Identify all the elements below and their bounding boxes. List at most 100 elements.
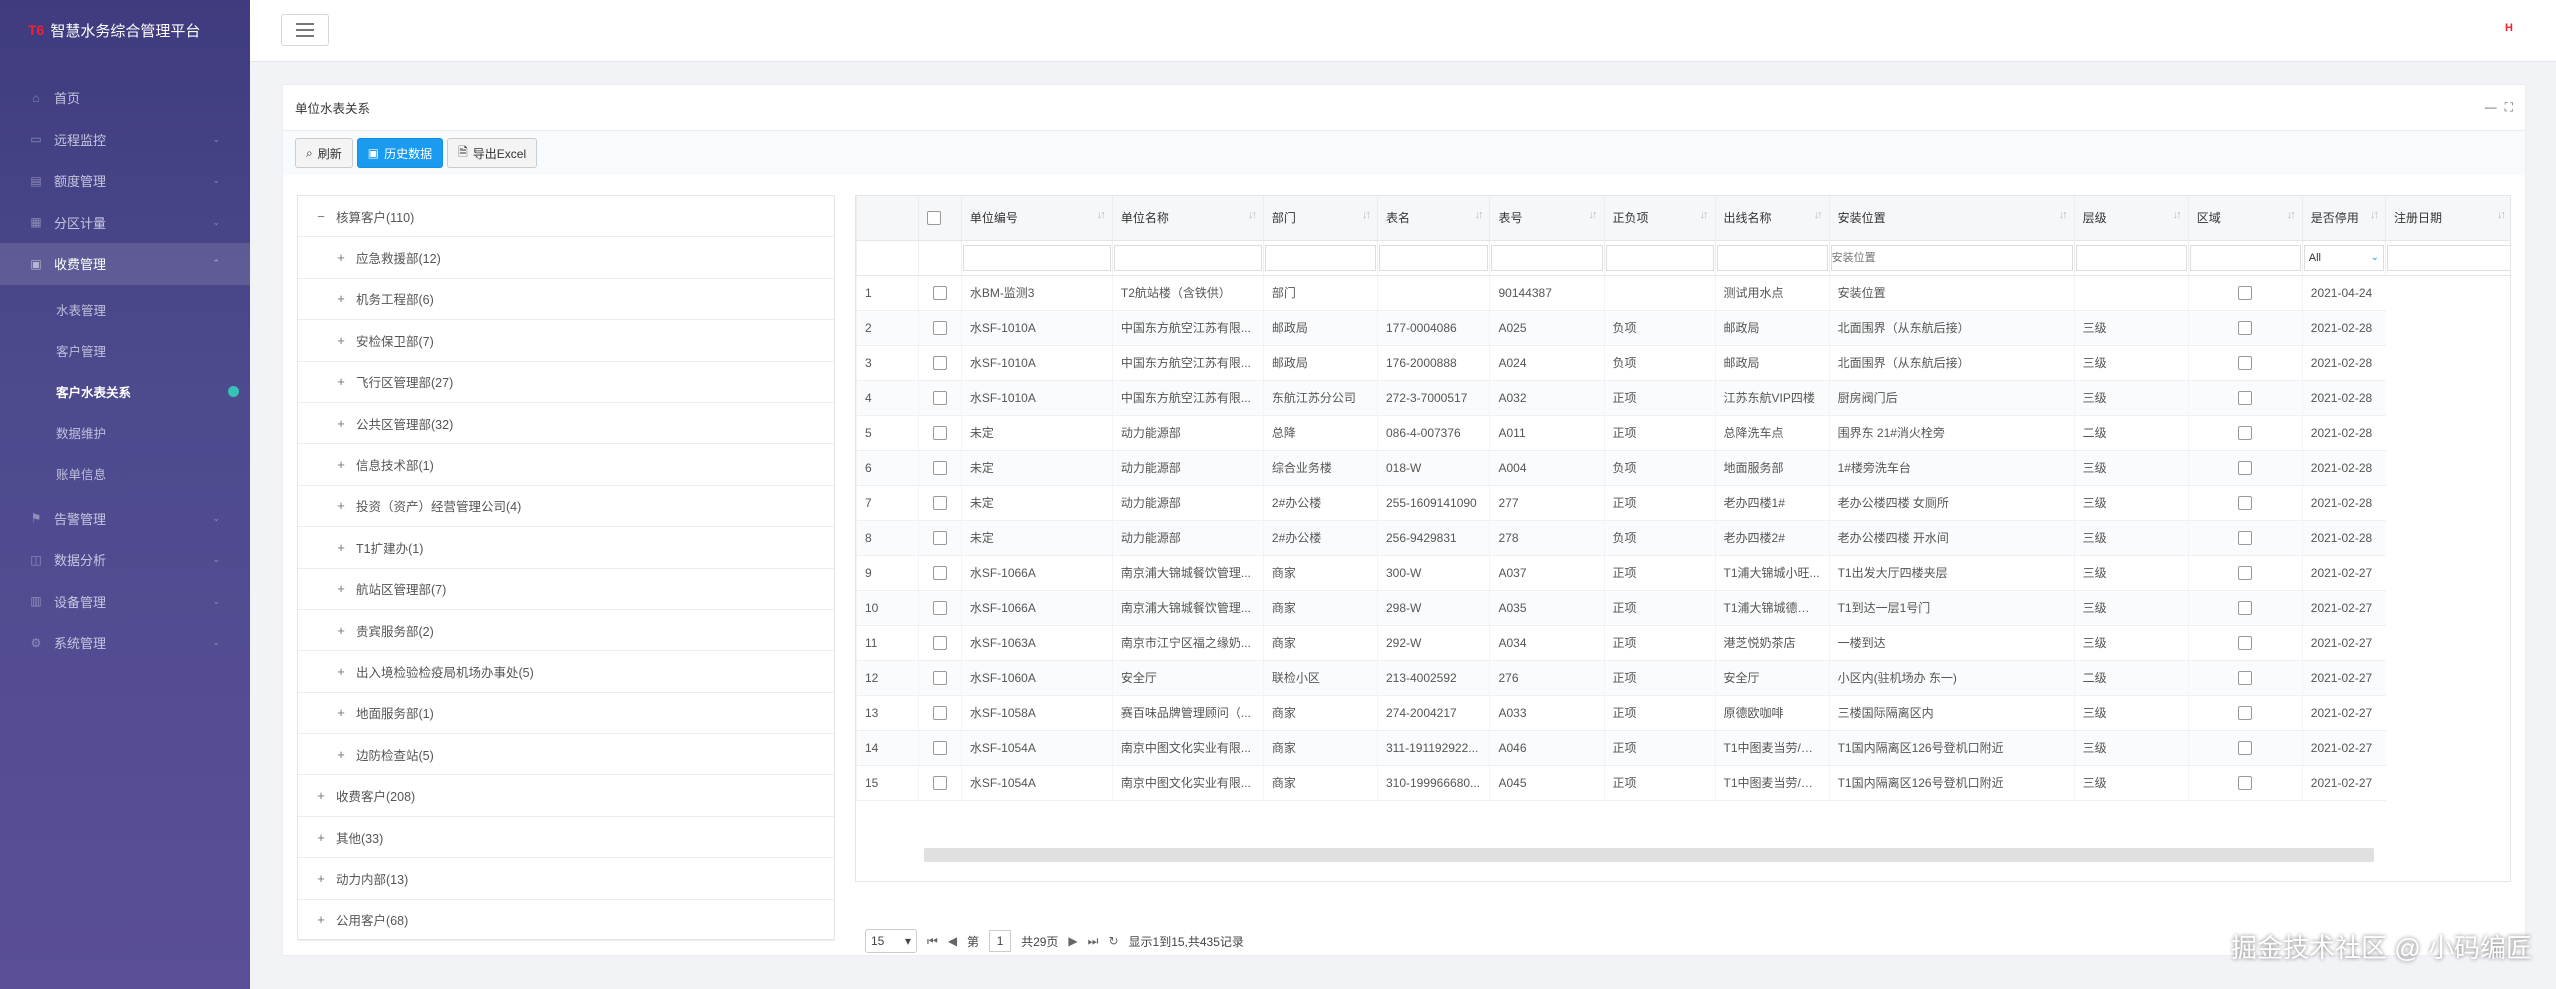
sort-icon[interactable]: ↓↑ bbox=[1362, 209, 1371, 221]
column-filter-input[interactable] bbox=[2189, 244, 2301, 271]
row-checkbox[interactable] bbox=[917, 485, 962, 521]
sort-icon[interactable]: ↓↑ bbox=[1700, 209, 1709, 221]
tree-node[interactable]: + 边防检查站(5) bbox=[298, 734, 834, 776]
submenu-item[interactable]: 客户水表关系 bbox=[0, 371, 250, 412]
column-header[interactable]: 是否停用 ↓↑ bbox=[2301, 196, 2386, 241]
column-filter-input[interactable] bbox=[1716, 244, 1828, 271]
tree-node[interactable]: + 其他(33) bbox=[298, 817, 834, 859]
next-page-icon[interactable]: ▶ bbox=[1068, 934, 1077, 948]
row-checkbox[interactable] bbox=[917, 625, 962, 661]
row-checkbox[interactable] bbox=[917, 695, 962, 731]
column-header[interactable]: 表名 ↓↑ bbox=[1376, 196, 1490, 241]
tree-node[interactable]: + 飞行区管理部(27) bbox=[298, 362, 834, 403]
column-header[interactable]: 注册日期 ↓↑ bbox=[2385, 196, 2510, 241]
column-filter-input[interactable] bbox=[1830, 244, 2073, 271]
submenu-item[interactable]: 数据维护 bbox=[0, 412, 250, 453]
column-header[interactable]: 正负项 ↓↑ bbox=[1603, 196, 1716, 241]
disabled-checkbox[interactable] bbox=[2187, 310, 2303, 346]
expand-icon[interactable]: + bbox=[334, 747, 348, 762]
column-filter-input[interactable] bbox=[2075, 244, 2187, 271]
table-row[interactable]: 11 水SF-1063A 南京市江宁区福之缘奶... 商家 292-W A034 正项 港芝悦… bbox=[856, 625, 2511, 661]
sort-icon[interactable]: ↓↑ bbox=[1814, 209, 1823, 221]
expand-icon[interactable]: + bbox=[314, 871, 328, 886]
table-row[interactable]: 13 水SF-1058A 赛百味品牌管理顾问（... 商家 274-2004217 A03… bbox=[856, 695, 2511, 731]
sort-icon[interactable]: ↓↑ bbox=[1589, 209, 1598, 221]
table-row[interactable]: 10 水SF-1066A 南京浦大锦城餐饮管理... 商家 298-W A035 正项 T1浦… bbox=[856, 590, 2511, 626]
tree-node[interactable]: + 动力内部(13) bbox=[298, 858, 834, 900]
table-row[interactable]: 7 未定 动力能源部 2#办公楼 255-1609141090 277 正项 老办四楼1# 老办… bbox=[856, 485, 2511, 521]
sidebar-item[interactable]: ◫ 数据分析 ⌄ bbox=[0, 539, 250, 581]
menu-toggle-button[interactable] bbox=[281, 14, 329, 46]
history-data-button[interactable]: ▣ 历史数据 bbox=[356, 138, 444, 168]
expand-icon[interactable]: + bbox=[334, 623, 348, 638]
sidebar-item[interactable]: ▤ 额度管理 ⌄ bbox=[0, 160, 250, 202]
tree-node[interactable]: − 核算客户(110) bbox=[298, 196, 834, 238]
collapse-icon[interactable]: − bbox=[314, 209, 328, 224]
minimize-icon[interactable]: — bbox=[2485, 100, 2497, 115]
submenu-item[interactable]: 客户管理 bbox=[0, 330, 250, 371]
column-header[interactable]: 单位名称 ↓↑ bbox=[1111, 196, 1264, 241]
sort-icon[interactable]: ↓↑ bbox=[2370, 209, 2379, 221]
sidebar-item[interactable]: ▭ 远程监控 ⌄ bbox=[0, 119, 250, 161]
table-row[interactable]: 4 水SF-1010A 中国东方航空江苏有限... 东航江苏分公司 272-3-7000… bbox=[856, 380, 2511, 416]
submenu-item[interactable]: 水表管理 bbox=[0, 289, 250, 330]
expand-icon[interactable]: + bbox=[334, 664, 348, 679]
expand-icon[interactable]: + bbox=[334, 374, 348, 389]
sort-icon[interactable]: ↓↑ bbox=[2059, 209, 2068, 221]
row-checkbox[interactable] bbox=[917, 345, 962, 381]
column-filter-input[interactable] bbox=[1605, 244, 1714, 271]
table-row[interactable]: 6 未定 动力能源部 综合业务楼 018-W A004 负项 地面服务部 1#楼旁洗车台 三级 20… bbox=[856, 450, 2511, 486]
row-checkbox[interactable] bbox=[917, 310, 962, 346]
sort-icon[interactable]: ↓↑ bbox=[2173, 209, 2182, 221]
expand-icon[interactable]: + bbox=[334, 291, 348, 306]
row-checkbox[interactable] bbox=[917, 415, 962, 451]
expand-icon[interactable]: + bbox=[334, 705, 348, 720]
column-filter-input[interactable] bbox=[2387, 244, 2510, 271]
table-row[interactable]: 2 水SF-1010A 中国东方航空江苏有限... 邮政局 177-0004086 A02… bbox=[856, 310, 2511, 346]
row-checkbox[interactable] bbox=[917, 660, 962, 696]
sidebar-item[interactable]: ▦ 分区计量 ⌄ bbox=[0, 202, 250, 244]
column-header[interactable]: 表号 ↓↑ bbox=[1489, 196, 1605, 241]
submenu-item[interactable]: 账单信息 bbox=[0, 453, 250, 494]
disabled-checkbox[interactable] bbox=[2187, 345, 2303, 381]
column-header[interactable]: 部门 ↓↑ bbox=[1262, 196, 1378, 241]
row-checkbox[interactable] bbox=[917, 555, 962, 591]
disabled-checkbox[interactable] bbox=[2187, 415, 2303, 451]
tree-node[interactable]: + 贵宾服务部(2) bbox=[298, 610, 834, 652]
table-row[interactable]: 14 水SF-1054A 南京中图文化实业有限... 商家 311-191192922.… bbox=[856, 730, 2511, 766]
disabled-checkbox[interactable] bbox=[2187, 625, 2303, 661]
row-checkbox[interactable] bbox=[917, 380, 962, 416]
column-header[interactable]: 单位编号 ↓↑ bbox=[960, 196, 1113, 241]
row-checkbox[interactable] bbox=[917, 590, 962, 626]
disabled-filter-select[interactable]: All ⌄ bbox=[2303, 244, 2385, 271]
disabled-checkbox[interactable] bbox=[2187, 275, 2303, 311]
sidebar-item[interactable]: ⚑ 告警管理 ⌄ bbox=[0, 498, 250, 540]
tree-node[interactable]: + 出入境检验检疫局机场办事处(5) bbox=[298, 651, 834, 693]
disabled-checkbox[interactable] bbox=[2187, 660, 2303, 696]
expand-icon[interactable]: + bbox=[314, 788, 328, 803]
first-page-icon[interactable]: ⏮ bbox=[927, 934, 938, 949]
prev-page-icon[interactable]: ◀ bbox=[948, 934, 957, 948]
table-row[interactable]: 1 水BM-监测3 T2航站楼（含铁供） 部门 90144387 测试用水点 安装位置 202… bbox=[856, 275, 2511, 311]
expand-icon[interactable]: + bbox=[334, 581, 348, 596]
column-header[interactable]: 层级 ↓↑ bbox=[2073, 196, 2189, 241]
expand-icon[interactable]: + bbox=[334, 540, 348, 555]
table-row[interactable]: 3 水SF-1010A 中国东方航空江苏有限... 邮政局 176-2000888 A02… bbox=[856, 345, 2511, 381]
sort-icon[interactable]: ↓↑ bbox=[2287, 209, 2296, 221]
column-filter-input[interactable] bbox=[1378, 244, 1489, 271]
sort-icon[interactable]: ↓↑ bbox=[1248, 209, 1257, 221]
expand-icon[interactable]: + bbox=[314, 912, 328, 927]
disabled-checkbox[interactable] bbox=[2187, 765, 2303, 801]
sidebar-item[interactable]: ▣ 收费管理 ⌃ bbox=[0, 243, 250, 285]
tree-node[interactable]: + 地面服务部(1) bbox=[298, 693, 834, 735]
column-filter-input[interactable] bbox=[1264, 244, 1376, 271]
sidebar-item[interactable]: ▥ 设备管理 ⌄ bbox=[0, 581, 250, 623]
column-filter-input[interactable] bbox=[1113, 244, 1262, 271]
column-header[interactable]: 区域 ↓↑ bbox=[2187, 196, 2303, 241]
user-avatar[interactable]: H bbox=[2505, 22, 2513, 34]
last-page-icon[interactable]: ⏭ bbox=[1088, 934, 1099, 949]
tree-node[interactable]: + 机务工程部(6) bbox=[298, 279, 834, 321]
tree-node[interactable]: + 收费客户(208) bbox=[298, 775, 834, 817]
sidebar-item[interactable]: ⚙ 系统管理 ⌄ bbox=[0, 622, 250, 664]
row-checkbox[interactable] bbox=[917, 450, 962, 486]
